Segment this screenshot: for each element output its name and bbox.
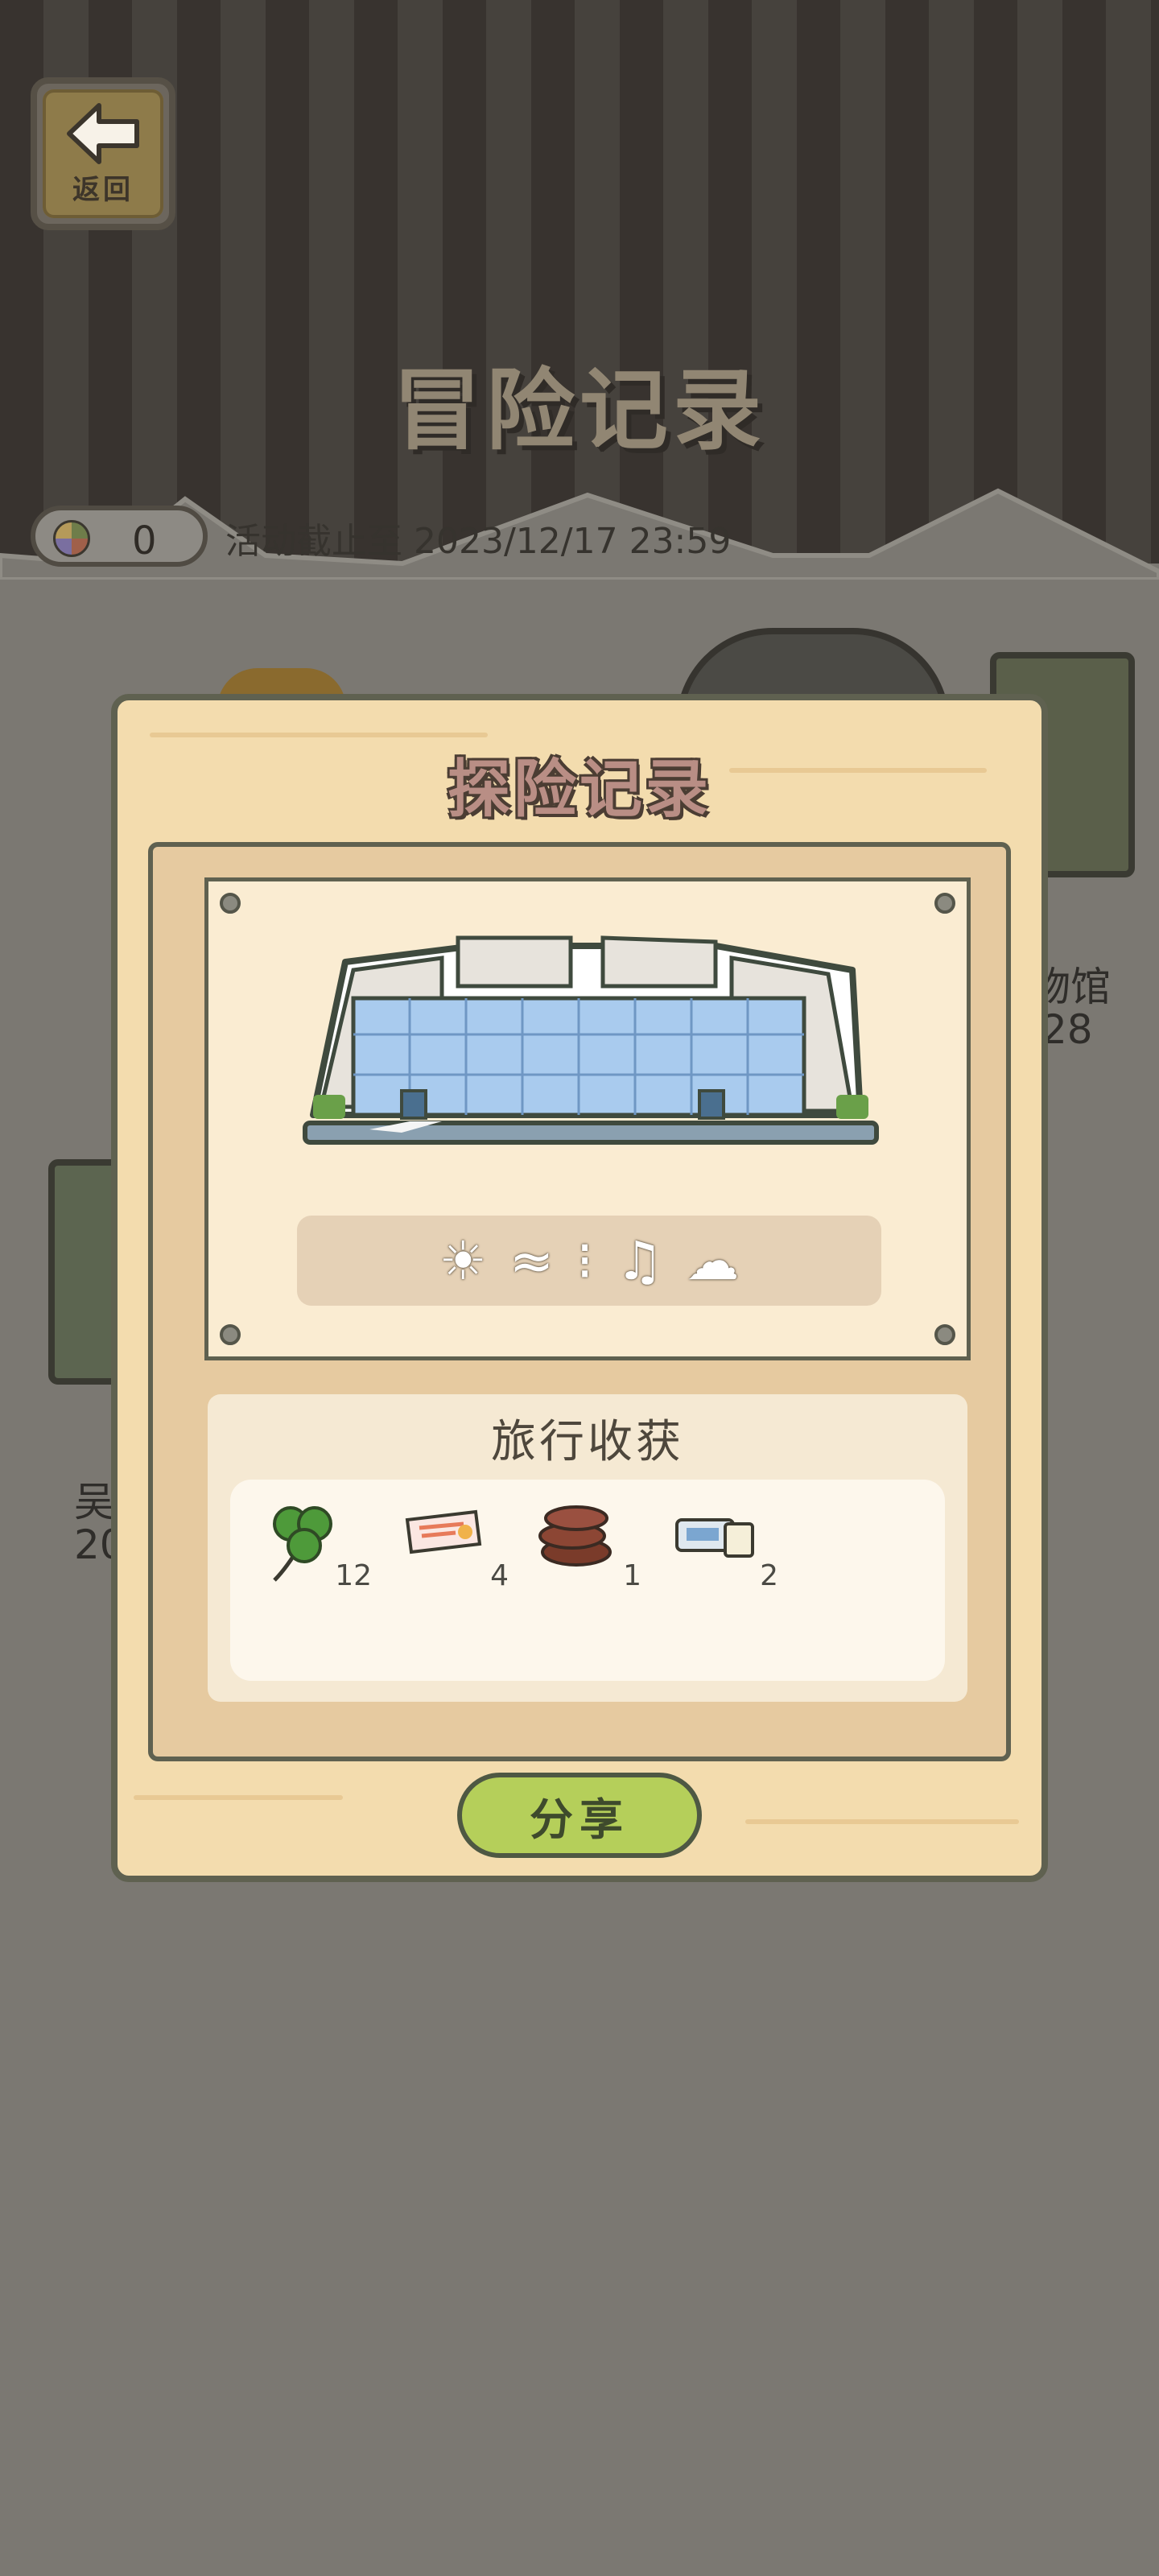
wood-grain (134, 1795, 343, 1800)
coin-counter: 0 (31, 506, 208, 567)
chocolate-roll-icon (538, 1505, 612, 1567)
reward-item-clover[interactable]: 12 (262, 1496, 375, 1592)
wood-grain (150, 733, 488, 737)
background-card-left (48, 1159, 121, 1385)
coin-icon (53, 520, 90, 557)
ticket-icon (405, 1509, 482, 1554)
sun-icon: ☀ (439, 1229, 487, 1292)
back-button-face: 返回 (43, 89, 163, 218)
pin-icon (220, 1324, 241, 1345)
reward-item-ticket[interactable]: 4 (399, 1496, 512, 1592)
wind-icon: ≈ (509, 1229, 555, 1292)
music-note-icon: ♫ (616, 1229, 664, 1292)
back-button[interactable]: 返回 (31, 77, 175, 230)
record-panel: ☀ ≈ ⁝ ♫ ☁ 旅行收获 12 4 1 2 (148, 842, 1011, 1761)
background-card-right-date: 28 (1041, 1006, 1093, 1053)
arrow-left-icon (67, 102, 139, 164)
reward-item-chocolate[interactable]: 1 (532, 1496, 645, 1592)
pin-icon (934, 1324, 955, 1345)
share-button[interactable]: 分享 (457, 1773, 702, 1858)
wood-grain (745, 1819, 1019, 1824)
reward-count: 2 (760, 1559, 778, 1592)
coin-count: 0 (132, 518, 157, 564)
clover-icon (273, 1506, 332, 1582)
pin-icon (934, 893, 955, 914)
dialog-title: 探险记录 (447, 753, 711, 826)
event-deadline: 活动截止至 2023/12/17 23:59 (225, 521, 732, 562)
page-title: 冒险记录 (393, 359, 766, 462)
pass-card-icon (675, 1518, 754, 1558)
pin-icon (220, 893, 241, 914)
weather-strip: ☀ ≈ ⁝ ♫ ☁ (297, 1216, 881, 1306)
reward-item-pass[interactable]: 2 (669, 1496, 782, 1592)
rewards-list: 12 4 1 2 (230, 1480, 945, 1681)
travel-rewards-section: 旅行收获 12 4 1 2 (208, 1394, 967, 1702)
museum-building-illustration (303, 935, 879, 1145)
sparkle-icon: ⁝ (576, 1229, 594, 1292)
adventure-record-dialog: 探险记录 ☀ ≈ ⁝ ♫ ☁ 旅行收获 12 4 1 2 分享 (111, 694, 1048, 1882)
reward-count: 12 (335, 1559, 372, 1592)
reward-count: 1 (623, 1559, 641, 1592)
background-card-left-title: 吴 (74, 1479, 114, 1525)
wing-icon: ☁ (686, 1229, 740, 1292)
reward-count: 4 (490, 1559, 509, 1592)
photo-card: ☀ ≈ ⁝ ♫ ☁ (204, 877, 971, 1360)
back-button-label: 返回 (72, 173, 134, 206)
travel-rewards-title: 旅行收获 (491, 1416, 684, 1468)
